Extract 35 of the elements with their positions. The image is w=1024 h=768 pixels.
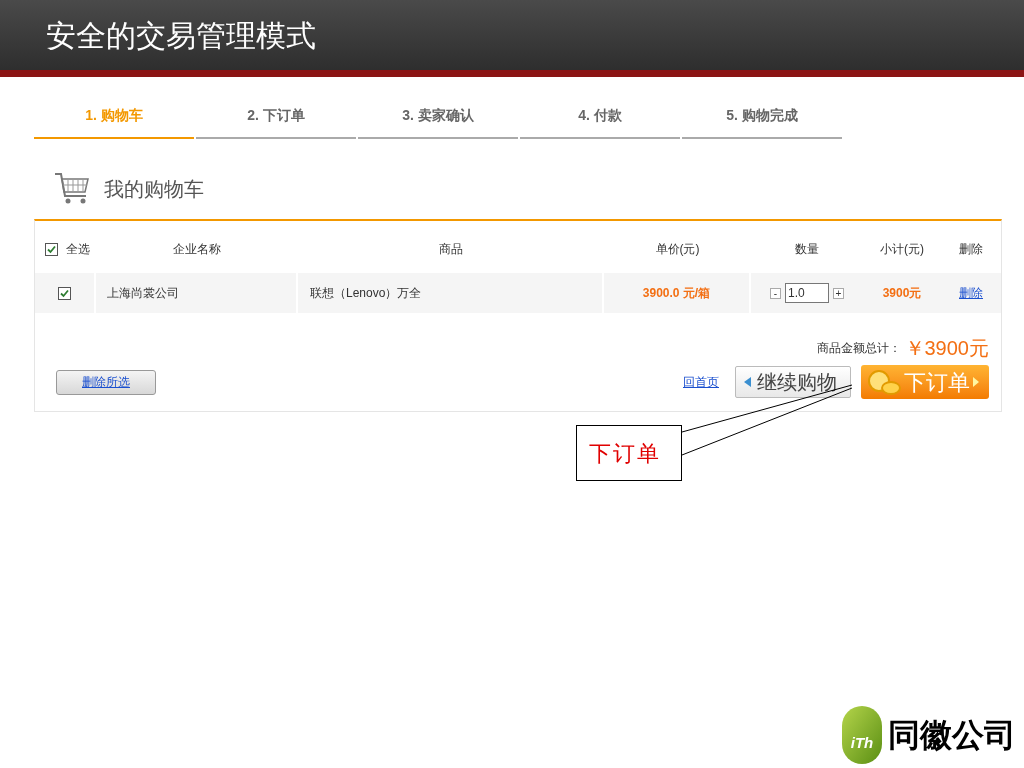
continue-shopping-button[interactable]: 继续购物 <box>735 366 851 398</box>
column-header: 删除 <box>958 241 984 258</box>
step-tab[interactable]: 5. 购物完成 <box>682 105 842 139</box>
step-tab[interactable]: 2. 下订单 <box>196 105 356 139</box>
logo-mark: iTh <box>850 732 874 753</box>
delete-selected-button[interactable]: 删除所选 <box>56 369 156 395</box>
coins-icon <box>867 369 901 395</box>
left-arrow-icon <box>744 377 751 387</box>
table-cell-text: 3900元 <box>882 285 922 302</box>
slide-title: 安全的交易管理模式 <box>46 17 316 54</box>
column-header: 企业名称 <box>172 241 222 258</box>
checkbox[interactable] <box>58 286 71 300</box>
total-label: 商品金额总计： <box>816 340 901 357</box>
callout-text: 下订单 <box>589 439 661 468</box>
table-cell-text: 上海尚裳公司 <box>107 285 179 302</box>
home-link[interactable]: 回首页 <box>683 373 719 391</box>
select-all-label: 全选 <box>66 241 90 258</box>
column-header: 数量 <box>794 241 820 258</box>
column-header: 商品 <box>438 241 464 258</box>
company-name: 同徽公司 <box>888 716 1016 755</box>
table-cell-text: 联想（Lenovo）万全 <box>310 285 422 302</box>
right-arrow-icon <box>973 377 979 387</box>
column-header: 小计(元) <box>879 241 925 258</box>
checkbox[interactable] <box>45 242 58 256</box>
cart-heading: 我的购物车 <box>104 177 204 202</box>
table-cell-text: 3900.0 元/箱 <box>642 285 711 302</box>
quantity-field[interactable]: 1.0 <box>785 283 829 303</box>
decrease-button[interactable]: - <box>770 287 781 299</box>
increase-button[interactable]: + <box>833 287 844 299</box>
delete-link[interactable]: 删除 <box>959 284 983 302</box>
shopping-cart-icon <box>54 172 90 206</box>
total-amount: ￥3900元 <box>904 336 989 361</box>
column-header: 单价(元) <box>654 241 701 258</box>
step-tab[interactable]: 3. 卖家确认 <box>358 105 518 139</box>
step-tab[interactable]: 4. 付款 <box>520 105 680 139</box>
